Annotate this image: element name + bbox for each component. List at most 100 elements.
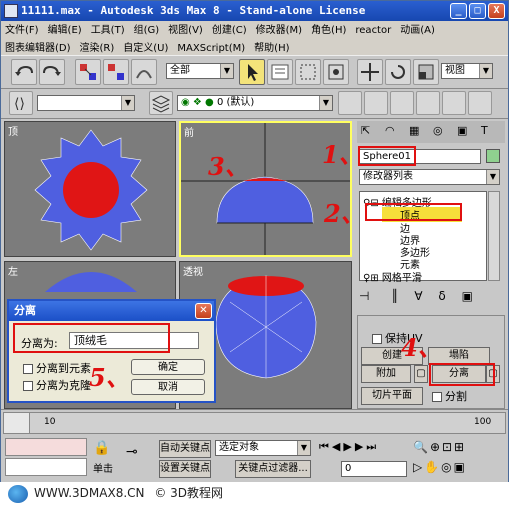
orbit-pan-icon[interactable]: ▷✋◎▣ [413,460,467,474]
redo-icon[interactable] [39,59,65,85]
eye-icon: ◉ ❖ ● [181,97,214,108]
watermark: WWW.3DMAX8.CN © 3D教程网 [0,482,509,505]
menu-edit[interactable]: 编辑(E) [48,25,82,36]
attach-button[interactable]: 附加 [361,365,411,383]
cancel-button[interactable]: 取消 [131,379,205,395]
modifier-stack-scrollbar[interactable] [488,191,500,281]
menu-customize[interactable]: 自定义(U) [123,43,168,54]
detach-as-clone-checkbox[interactable]: 分离为克隆 [23,377,91,393]
select-in-layer-icon[interactable] [364,91,388,115]
motion-tab-icon[interactable]: ◎ [433,124,443,137]
watermark-url: WWW.3DMAX8.CN [34,486,145,500]
select-link-icon[interactable] [75,59,101,85]
selection-filter-value: 全部 [170,65,190,76]
curve-editor-icon[interactable] [442,91,466,115]
region-select-icon[interactable] [295,59,321,85]
watermark-logo-icon [8,485,28,503]
watermark-site: 3D教程网 [170,486,224,500]
dialog-close-button[interactable]: ✕ [195,303,212,319]
auto-key-button[interactable]: 自动关键点 [159,440,211,458]
attach-settings-button[interactable]: ▢ [414,365,428,383]
stack-controls: ⊣ ║ ∀ δ ▣ [359,289,500,311]
pin-stack-icon[interactable]: ⊣ [359,289,369,303]
undo-icon[interactable] [11,59,37,85]
viewport-top[interactable]: 顶 [4,121,176,257]
annotation-4: 4、 [401,333,442,362]
modifier-stack-item[interactable]: ♀⊞ 网格平滑 [363,269,422,284]
menu-help[interactable]: 帮助(H) [254,43,289,54]
status-bar: 10 100 🔒 单击 ⊸ 自动关键点 选定对象 ▼ 设置关键点 关键点过滤器..… [1,409,508,483]
window-crossing-icon[interactable] [323,59,349,85]
add-to-layer-icon[interactable] [338,91,362,115]
select-by-name-icon[interactable] [267,59,293,85]
copyright-icon: © [154,486,167,500]
lock-icon[interactable]: 🔒 [93,440,110,456]
title-bar: 11111.max - Autodesk 3ds Max 8 - Stand-a… [1,1,508,21]
layers-icon[interactable] [149,91,173,115]
layer-dropdown[interactable]: ◉ ❖ ● 0 (默认) ▼ [177,95,333,111]
menu-reactor[interactable]: reactor [355,25,391,36]
detach-to-element-checkbox[interactable]: 分离到元素 [23,360,91,376]
layer-toolbar: ⟨⟩ ▼ ◉ ❖ ● 0 (默认) ▼ [1,89,508,119]
set-key-button[interactable]: 设置关键点 [159,460,211,478]
menu-graph-editors[interactable]: 图表编辑器(D) [5,43,71,54]
time-slider-thumb[interactable] [4,413,30,433]
key-filters-button[interactable]: 关键点过滤器... [235,460,311,478]
display-tab-icon[interactable]: ▣ [457,124,467,137]
menu-group[interactable]: 组(G) [134,25,160,36]
bind-space-warp-icon[interactable] [131,59,157,85]
menu-views[interactable]: 视图(V) [168,25,203,36]
click-prompt: 单击 [93,464,113,475]
menu-create[interactable]: 创建(C) [212,25,247,36]
reference-coord-dropdown[interactable]: 视图 ▼ [441,63,493,79]
split-checkbox[interactable]: 分割 [432,388,467,404]
close-button[interactable]: X [488,3,505,19]
status-prompt [5,458,87,476]
select-object-icon[interactable] [239,59,265,85]
time-slider[interactable]: 10 100 [3,412,506,434]
viewport-navigation-icon[interactable]: 🔍⊕⊡⊞ [413,440,466,454]
key-icon[interactable]: ⊸ [126,444,138,460]
maxscript-listener[interactable] [5,438,87,456]
utilities-tab-icon[interactable]: T [481,124,488,137]
named-selection-icon[interactable]: ⟨⟩ [9,91,33,115]
selection-filter-dropdown[interactable]: 全部 ▼ [166,63,234,79]
star-object-top [34,129,148,251]
layer-manager-icon[interactable] [416,91,440,115]
annotation-box-vertex [365,203,462,221]
move-icon[interactable] [357,59,383,85]
menu-maxscript[interactable]: MAXScript(M) [177,43,245,54]
menu-animation[interactable]: 动画(A) [400,25,435,36]
key-selection-dropdown[interactable]: 选定对象 ▼ [215,440,311,456]
ok-button[interactable]: 确定 [131,359,205,375]
show-end-result-icon[interactable]: ║ [391,289,398,303]
menu-tools[interactable]: 工具(T) [91,25,125,36]
minimize-button[interactable]: _ [450,3,467,19]
scale-icon[interactable] [413,59,439,85]
slice-plane-button[interactable]: 切片平面 [361,387,423,405]
schematic-view-icon[interactable] [468,91,492,115]
playback-controls[interactable]: ⏮◀▶▶⏭ [319,440,379,454]
maximize-button[interactable]: □ [469,3,486,19]
object-color-swatch[interactable] [486,149,500,163]
remove-modifier-icon[interactable]: δ [438,289,445,303]
menu-rendering[interactable]: 渲染(R) [80,43,115,54]
timeline-tick-label: 100 [474,417,492,427]
modifier-list-dropdown[interactable]: 修改器列表 ▼ [359,169,500,185]
make-unique-icon[interactable]: ∀ [414,289,422,303]
named-selection-set-dropdown[interactable]: ▼ [37,95,135,111]
set-current-layer-icon[interactable] [390,91,414,115]
menu-modifiers[interactable]: 修改器(M) [256,25,302,36]
svg-text:⟨⟩: ⟨⟩ [14,96,25,112]
menu-character[interactable]: 角色(H) [311,25,346,36]
rotate-icon[interactable] [385,59,411,85]
modifier-list-value: 修改器列表 [363,171,413,182]
viewport-perspective-label: 透视 [183,267,203,278]
configure-sets-icon[interactable]: ▣ [462,289,473,303]
menu-file[interactable]: 文件(F) [5,25,39,36]
modify-tab-icon[interactable]: ◠ [385,124,395,137]
current-frame-field[interactable]: 0 [341,461,407,477]
hierarchy-tab-icon[interactable]: ▦ [409,124,419,137]
reference-coord-value: 视图 [445,65,465,76]
unlink-icon[interactable] [103,59,129,85]
